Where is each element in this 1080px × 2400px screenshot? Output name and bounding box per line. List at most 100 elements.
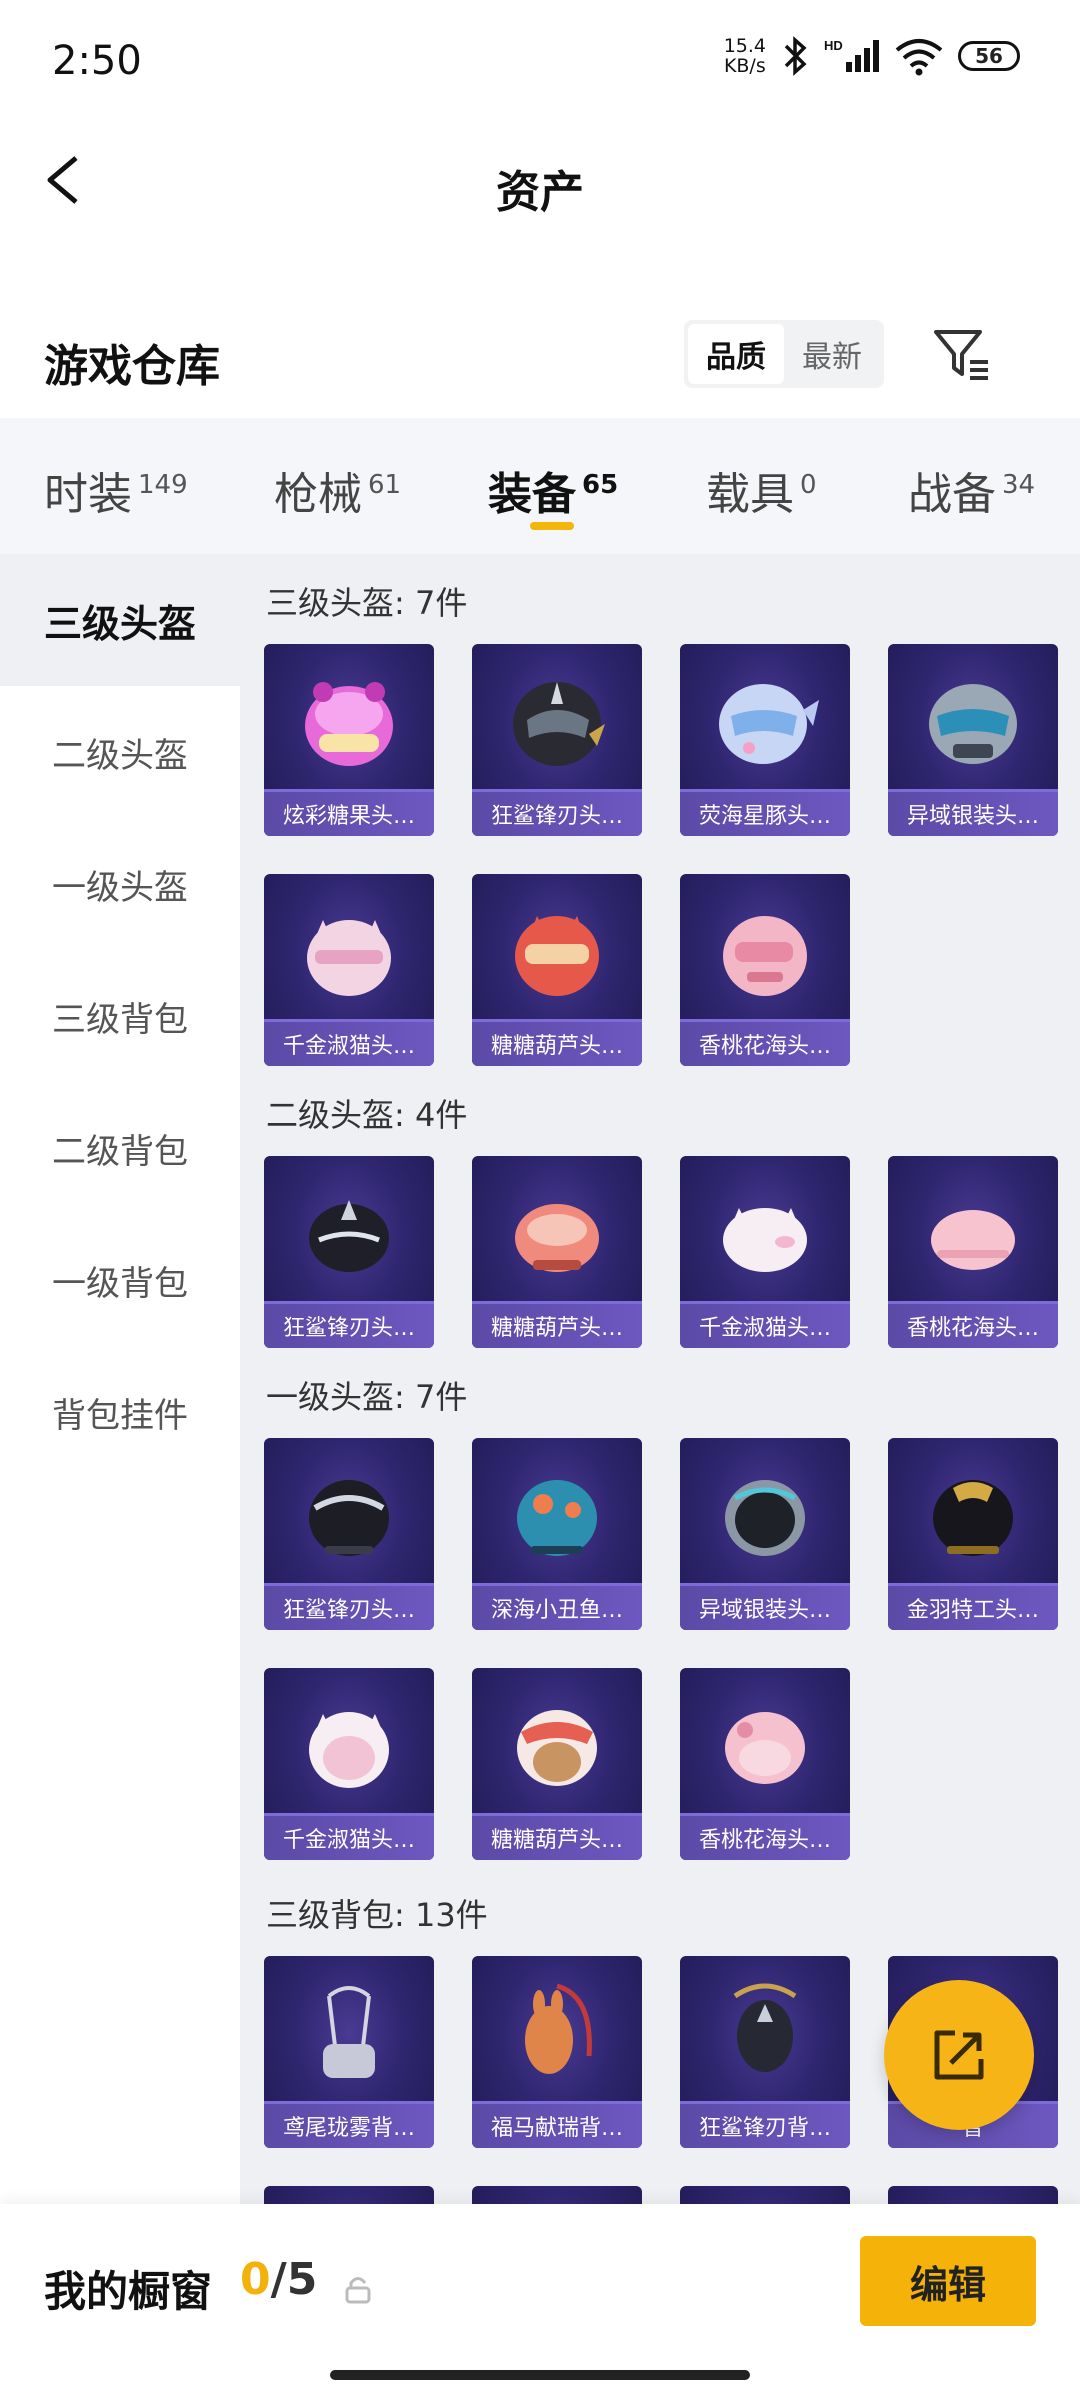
tab-label: 装备 [488,469,576,520]
item-name: 千金淑猫头… [680,1304,850,1348]
item-card[interactable]: 香桃花海头… [888,1156,1058,1348]
item-card[interactable]: 狂鲨锋刃背… [680,1956,850,2148]
filter-icon[interactable] [930,322,994,386]
signal-icon: HD [824,38,879,72]
sidebar-item-level2-backpack[interactable]: 二级背包 [0,1082,240,1214]
section-title: 三级背包: 13件 [266,1896,488,1934]
item-name: 异域银装头… [888,792,1058,836]
item-card[interactable]: 糖糖葫芦头… [472,1156,642,1348]
showcase-label: 我的橱窗 [44,2267,213,2316]
item-name: 炫彩糖果头… [264,792,434,836]
category-tabs: 时装 149 枪械 61 装备 65 载具 0 战备 34 [0,418,1080,554]
item-card[interactable]: 狂鲨锋刃头… [264,1156,434,1348]
item-card[interactable] [888,2186,1058,2204]
item-card[interactable]: 狂鲨锋刃头… [264,1438,434,1630]
item-card[interactable]: 荧海星豚头… [680,644,850,836]
item-name: 狂鲨锋刃背… [680,2104,850,2148]
item-name: 荧海星豚头… [680,792,850,836]
item-name: 异域银装头… [680,1586,850,1630]
sidebar-item-level1-backpack[interactable]: 一级背包 [0,1214,240,1346]
item-card[interactable]: 福马献瑞背… [472,1956,642,2148]
helmet-icon [515,916,599,996]
helmet-icon [725,1480,805,1556]
item-card[interactable]: 千金淑猫头… [680,1156,850,1348]
item-card[interactable]: 异域银装头… [888,644,1058,836]
status-icons: 15.4 KB/s HD 56 [724,36,1020,76]
helmet-icon [931,1210,1015,1270]
warehouse-title: 游戏仓库 [44,341,220,392]
share-button[interactable] [884,1980,1034,2130]
tab-firearms[interactable]: 枪械 61 [274,458,401,522]
item-card[interactable] [680,2186,850,2204]
item-name: 狂鲨锋刃头… [472,792,642,836]
share-icon [934,2030,984,2080]
item-card[interactable]: 金羽特工头… [888,1438,1058,1630]
tab-count: 0 [800,470,817,501]
tab-count: 61 [368,470,402,501]
tab-count: 65 [582,470,619,501]
section-title: 二级头盔: 4件 [266,1096,468,1134]
tab-equipment[interactable]: 装备 65 [488,458,618,522]
tab-count: 34 [1002,470,1036,501]
item-name: 千金淑猫头… [264,1816,434,1860]
item-card[interactable] [472,2186,642,2204]
network-speed-unit: KB/s [723,55,766,77]
item-card[interactable]: 糖糖葫芦头… [472,874,642,1066]
item-name: 香桃花海头… [888,1304,1058,1348]
sort-toggle: 品质 最新 [684,320,884,388]
item-name: 糖糖葫芦头… [472,1304,642,1348]
item-name: 福马献瑞背… [472,2104,642,2148]
bluetooth-icon [784,36,807,76]
item-card[interactable]: 香桃花海头… [680,874,850,1066]
sort-quality-option[interactable]: 品质 [688,324,784,384]
item-name: 香桃花海头… [680,1022,850,1066]
tab-count: 149 [138,470,188,501]
item-name: 金羽特工头… [888,1586,1058,1630]
app-screen: 2:50 15.4 KB/s HD 56 资产 游戏仓库 品质 最新 时装 14… [0,0,1080,2400]
sidebar-item-level3-backpack[interactable]: 三级背包 [0,950,240,1082]
helmet-icon [513,682,605,766]
tab-supplies[interactable]: 战备 34 [908,458,1035,522]
item-name: 糖糖葫芦头… [472,1816,642,1860]
sidebar-item-level3-helmet[interactable]: 三级头盔 [0,554,240,686]
item-card[interactable]: 糖糖葫芦头… [472,1668,642,1860]
network-speed-value: 15.4 [723,35,766,57]
item-card[interactable]: 狂鲨锋刃头… [472,644,642,836]
sort-latest-option[interactable]: 最新 [784,324,880,384]
tab-label: 枪械 [274,469,362,520]
tab-fashion[interactable]: 时装 149 [44,458,188,522]
sidebar-item-level1-helmet[interactable]: 一级头盔 [0,818,240,950]
item-card[interactable]: 千金淑猫头… [264,874,434,1066]
sidebar-item-backpack-charm[interactable]: 背包挂件 [0,1346,240,1478]
sidebar-item-level2-helmet[interactable]: 二级头盔 [0,686,240,818]
helmet-icon [517,1710,597,1786]
svg-text:HD: HD [824,38,843,53]
helmet-icon [309,1200,389,1272]
top-nav: 资产 [0,120,1080,240]
tab-vehicles[interactable]: 载具 0 [706,458,817,522]
item-card[interactable]: 香桃花海头… [680,1668,850,1860]
home-indicator[interactable] [330,2370,750,2380]
helmet-icon [515,1204,599,1272]
helmet-icon [933,1480,1013,1556]
status-time: 2:50 [52,38,142,84]
showcase-bar: 我的橱窗 0/5 编辑 [0,2204,1080,2400]
item-name: 香桃花海头… [680,1816,850,1860]
item-card[interactable]: 鸢尾珑雾背… [264,1956,434,2148]
item-grid: 三级头盔: 7件 炫彩糖果头… 狂鲨锋刃头… 荧海星豚头… 异域银装头… 千金淑… [240,554,1080,2204]
section-title: 三级头盔: 7件 [266,584,468,622]
item-card[interactable]: 异域银装头… [680,1438,850,1630]
helmet-icon [309,1480,389,1556]
status-bar: 2:50 15.4 KB/s HD 56 [0,0,1080,120]
sub-category-sidebar: 三级头盔 二级头盔 一级头盔 三级背包 二级背包 一级背包 背包挂件 [0,554,240,2204]
helmet-icon [719,684,819,764]
item-card[interactable]: 千金淑猫头… [264,1668,434,1860]
edit-button[interactable]: 编辑 [860,2236,1036,2326]
item-name: 狂鲨锋刃头… [264,1586,434,1630]
item-card[interactable] [264,2186,434,2204]
showcase-total-count: /5 [270,2254,318,2305]
item-card[interactable]: 炫彩糖果头… [264,644,434,836]
item-card[interactable]: 深海小丑鱼… [472,1438,642,1630]
helmet-icon [723,916,807,996]
showcase-count: 0/5 [240,2254,317,2305]
